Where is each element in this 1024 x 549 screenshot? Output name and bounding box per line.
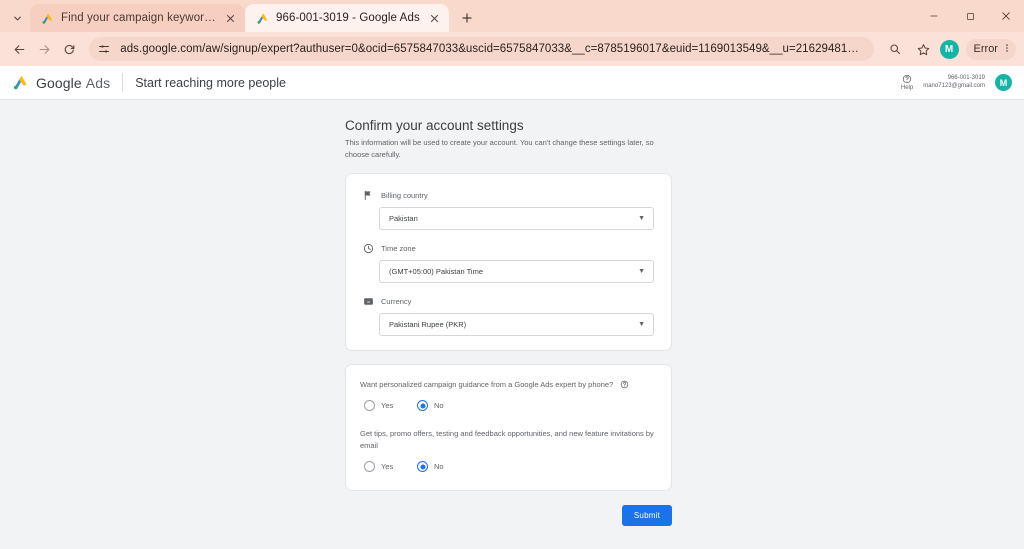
radio-label: Yes [381, 462, 394, 472]
radio-dot-selected [417, 461, 428, 473]
field-currency: ¤ Currency Pakistani Rupee (PKR) ▼ [363, 296, 654, 337]
time-zone-select[interactable]: (GMT+05:00) Pakistan Time ▼ [379, 260, 654, 284]
field-label: Currency [381, 297, 412, 307]
new-tab-plus-icon[interactable] [454, 5, 480, 31]
field-time-zone: Time zone (GMT+05:00) Pakistan Time ▼ [363, 243, 654, 284]
flag-icon [363, 190, 374, 201]
google-ads-logo [13, 75, 27, 90]
question-email-tips: Get tips, promo offers, testing and feed… [360, 428, 657, 473]
tab-title: 966-001-3019 - Google Ads [276, 12, 420, 24]
maximize-icon[interactable] [952, 0, 988, 32]
radio-option-no[interactable]: No [417, 400, 459, 412]
kebab-menu-icon[interactable] [1002, 43, 1012, 56]
page-subtitle: This information will be used to create … [345, 138, 654, 159]
radio-option-no[interactable]: No [417, 461, 459, 473]
select-value: Pakistan [389, 214, 418, 224]
billing-country-select[interactable]: Pakistan ▼ [379, 207, 654, 231]
star-icon[interactable] [911, 36, 937, 62]
tab-search-chevron-down-icon[interactable] [4, 4, 30, 32]
submit-button[interactable]: Submit [621, 505, 672, 527]
tab-strip: Find your campaign keywords 966-001-3019… [0, 0, 1024, 32]
url-text: ads.google.com/aw/signup/expert?authuser… [120, 43, 864, 55]
question-text-row: Get tips, promo offers, testing and feed… [360, 428, 657, 452]
radio-group-email-tips: Yes No [364, 461, 657, 473]
browser-toolbar: ads.google.com/aw/signup/expert?authuser… [0, 32, 1024, 66]
tab-close-icon[interactable] [223, 11, 238, 26]
radio-label: No [434, 462, 444, 472]
error-chip-label: Error [973, 43, 998, 55]
radio-label: Yes [381, 401, 394, 411]
address-bar[interactable]: ads.google.com/aw/signup/expert?authuser… [89, 37, 874, 61]
site-settings-icon[interactable] [98, 43, 112, 55]
account-info: 966-001-3019 mano7123@gmail.com [923, 75, 985, 90]
tab-close-icon[interactable] [427, 11, 442, 26]
currency-icon: ¤ [363, 296, 374, 307]
radio-label: No [434, 401, 444, 411]
help-button[interactable]: Help [901, 74, 913, 91]
field-label: Time zone [381, 244, 416, 254]
submit-row: Submit [345, 505, 672, 527]
google-ads-header: Google Ads Start reaching more people Hel… [0, 66, 1024, 100]
search-icon[interactable] [882, 36, 908, 62]
radio-group-expert-guidance: Yes No [364, 400, 657, 412]
account-settings-card: Billing country Pakistan ▼ Time zone (GM… [345, 173, 672, 352]
account-email: mano7123@gmail.com [923, 82, 985, 89]
preferences-card: Want personalized campaign guidance from… [345, 364, 672, 492]
browser-window: Find your campaign keywords 966-001-3019… [0, 0, 1024, 549]
error-chip[interactable]: Error [965, 38, 1016, 60]
google-ads-brand[interactable]: Google Ads [12, 74, 110, 91]
account-id: 966-001-3019 [947, 75, 985, 81]
clock-icon [363, 243, 374, 254]
chevron-down-icon: ▼ [638, 215, 645, 223]
field-label-row: Billing country [363, 190, 654, 201]
header-tagline: Start reaching more people [135, 75, 286, 90]
help-circle-icon[interactable] [620, 380, 629, 389]
radio-dot [364, 461, 375, 473]
tab-title: Find your campaign keywords [61, 12, 216, 24]
help-label: Help [900, 85, 914, 91]
browser-profile-avatar[interactable]: M [939, 39, 959, 59]
window-controls [916, 0, 1024, 32]
browser-tab-1[interactable]: Find your campaign keywords [30, 4, 245, 32]
google-ads-icon [257, 12, 268, 24]
toolbar-right-actions: M Error [882, 36, 1016, 62]
reload-icon[interactable] [58, 36, 81, 62]
brand-name: Google Ads [36, 75, 110, 91]
radio-option-yes[interactable]: Yes [364, 400, 406, 412]
question-expert-guidance: Want personalized campaign guidance from… [360, 379, 657, 412]
field-label-row: ¤ Currency [363, 296, 654, 307]
field-label-row: Time zone [363, 243, 654, 254]
brand-google: Google [36, 74, 82, 91]
radio-dot [364, 400, 375, 412]
chevron-down-icon: ▼ [638, 268, 645, 276]
forward-arrow-icon[interactable] [33, 36, 56, 62]
brand-ads: Ads [85, 74, 111, 91]
select-value: Pakistani Rupee (PKR) [389, 320, 467, 330]
field-label: Billing country [381, 191, 428, 201]
help-circle-icon [902, 74, 912, 84]
content-wrapper: Confirm your account settings This infor… [345, 118, 675, 527]
minimize-icon[interactable] [916, 0, 952, 32]
radio-dot-selected [417, 400, 428, 412]
header-divider [122, 73, 124, 92]
page-title: Confirm your account settings [345, 118, 524, 133]
header-right: Help 966-001-3019 mano7123@gmail.com M [901, 74, 1012, 91]
question-text: Get tips, promo offers, testing and feed… [360, 429, 654, 451]
page-content: Confirm your account settings This infor… [0, 100, 1024, 527]
select-value: (GMT+05:00) Pakistan Time [389, 267, 483, 277]
close-icon[interactable] [988, 0, 1024, 32]
radio-option-yes[interactable]: Yes [364, 461, 406, 473]
back-arrow-icon[interactable] [8, 36, 31, 62]
question-text: Want personalized campaign guidance from… [360, 380, 614, 390]
question-text-row: Want personalized campaign guidance from… [360, 379, 657, 391]
chevron-down-icon: ▼ [638, 321, 645, 329]
field-billing-country: Billing country Pakistan ▼ [363, 190, 654, 231]
page-viewport: Google Ads Start reaching more people Hel… [0, 66, 1024, 549]
google-ads-icon [42, 12, 53, 24]
currency-select[interactable]: Pakistani Rupee (PKR) ▼ [379, 313, 654, 337]
account-avatar[interactable]: M [995, 74, 1012, 91]
browser-tab-2[interactable]: 966-001-3019 - Google Ads [245, 4, 449, 32]
